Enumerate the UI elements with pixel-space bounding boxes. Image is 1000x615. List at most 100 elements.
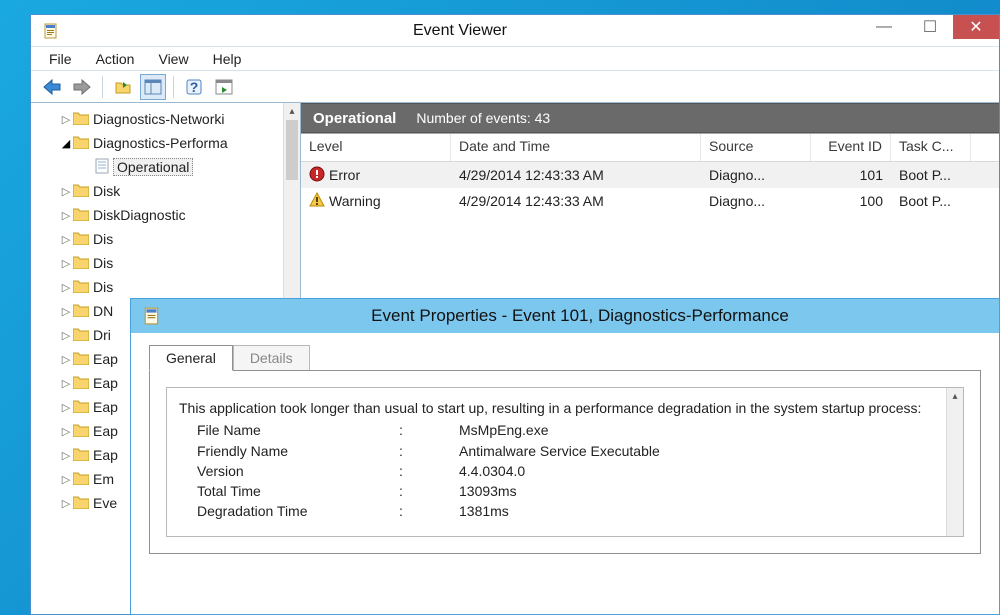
tree-item-label: Eap [93,399,118,415]
folder-icon [73,303,93,320]
detail-key: File Name [179,420,399,440]
log-name: Operational [313,110,396,127]
folder-icon [73,183,93,200]
folder-arrow-icon [114,79,132,95]
cell-level: Error [301,164,451,187]
close-button[interactable]: ✕ [953,15,999,39]
tree-item-label: Operational [113,158,193,176]
tree-item-label: Eap [93,375,118,391]
col-source[interactable]: Source [701,134,811,161]
show-tree-button[interactable] [110,74,136,100]
tab-details[interactable]: Details [233,345,310,371]
cell-datetime: 4/29/2014 12:43:33 AM [451,165,701,185]
folder-icon [73,255,93,272]
tree-item-label: Disk [93,183,120,199]
tree-item[interactable]: Operational [31,155,300,179]
action-pane-button[interactable] [211,74,237,100]
detail-key: Degradation Time [179,501,399,521]
scroll-up-button[interactable]: ▴ [947,388,963,405]
back-arrow-icon [42,78,62,96]
scroll-up-button[interactable]: ▴ [284,103,300,120]
tree-item-label: Dis [93,231,113,247]
expand-icon[interactable]: ▷ [59,113,73,126]
expand-icon[interactable]: ▷ [59,497,73,510]
help-button[interactable]: ? [181,74,207,100]
expand-icon[interactable]: ▷ [59,209,73,222]
event-row[interactable]: Error4/29/2014 12:43:33 AMDiagno...101Bo… [301,162,999,188]
toolbar: ? [31,71,999,103]
cell-event-id: 100 [811,191,891,211]
tree-item-label: Dis [93,279,113,295]
tree-item[interactable]: ▷ Dis [31,275,300,299]
tree-item[interactable]: ◢ Diagnostics-Performa [31,131,300,155]
detail-colon: : [399,501,459,521]
menu-view[interactable]: View [158,51,188,67]
tree-item-label: Eap [93,423,118,439]
forward-button[interactable] [69,74,95,100]
event-description: This application took longer than usual … [179,398,951,418]
expand-icon[interactable]: ▷ [59,233,73,246]
folder-icon [73,135,93,152]
tree-item[interactable]: ▷ DiskDiagnostic [31,203,300,227]
expand-icon[interactable]: ▷ [59,281,73,294]
menu-action[interactable]: Action [96,51,135,67]
expand-icon[interactable]: ▷ [59,329,73,342]
expand-icon[interactable]: ▷ [59,449,73,462]
tree-item-label: Diagnostics-Performa [93,135,228,151]
event-properties-window: Event Properties - Event 101, Diagnostic… [130,298,1000,615]
detail-row: Friendly Name:Antimalware Service Execut… [179,441,951,461]
properties-titlebar[interactable]: Event Properties - Event 101, Diagnostic… [131,299,999,333]
tab-general[interactable]: General [149,345,233,371]
scroll-thumb[interactable] [286,120,298,180]
maximize-button[interactable]: ☐ [907,15,953,39]
detail-value: MsMpEng.exe [459,420,548,440]
detail-key: Version [179,461,399,481]
events-grid[interactable]: Level Date and Time Source Event ID Task… [301,133,999,214]
event-row[interactable]: Warning4/29/2014 12:43:33 AMDiagno...100… [301,188,999,214]
expand-icon[interactable]: ▷ [59,473,73,486]
toolbar-separator [102,76,103,98]
expand-icon[interactable]: ▷ [59,185,73,198]
col-datetime[interactable]: Date and Time [451,134,701,161]
detail-row: Version:4.4.0304.0 [179,461,951,481]
tree-item[interactable]: ▷Diagnostics-Networki [31,107,300,131]
toolbar-separator [173,76,174,98]
tree-item-label: DiskDiagnostic [93,207,186,223]
expand-icon[interactable]: ▷ [59,257,73,270]
tree-item[interactable]: ▷ Dis [31,227,300,251]
panes-layout-button[interactable] [140,74,166,100]
titlebar[interactable]: Event Viewer — ☐ ✕ [31,15,999,47]
detail-value: Antimalware Service Executable [459,441,660,461]
error-icon [309,166,325,185]
description-scrollbar[interactable]: ▴ [946,388,963,536]
detail-colon: : [399,481,459,501]
tree-item-label: Dri [93,327,111,343]
menu-file[interactable]: File [49,51,72,67]
expand-icon[interactable]: ▷ [59,377,73,390]
folder-icon [73,471,93,488]
expand-icon[interactable]: ▷ [59,425,73,438]
minimize-button[interactable]: — [861,15,907,39]
tree-item-label: Eap [93,351,118,367]
back-button[interactable] [39,74,65,100]
cell-task: Boot P... [891,191,971,211]
tree-item[interactable]: ▷Dis [31,251,300,275]
menu-help[interactable]: Help [213,51,242,67]
folder-icon [73,327,93,344]
detail-key: Friendly Name [179,441,399,461]
col-task[interactable]: Task C... [891,134,971,161]
tree-item-label: Eap [93,447,118,463]
svg-text:?: ? [190,79,199,95]
col-event-id[interactable]: Event ID [811,134,891,161]
detail-colon: : [399,420,459,440]
expand-icon[interactable]: ▷ [59,305,73,318]
tree-item[interactable]: ▷ Disk [31,179,300,203]
grid-header[interactable]: Level Date and Time Source Event ID Task… [301,134,999,162]
expand-icon[interactable]: ▷ [59,401,73,414]
expand-icon[interactable]: ◢ [59,137,73,150]
events-header: Operational Number of events: 43 [301,103,999,133]
col-level[interactable]: Level [301,134,451,161]
cell-task: Boot P... [891,165,971,185]
expand-icon[interactable]: ▷ [59,353,73,366]
folder-icon [73,351,93,368]
